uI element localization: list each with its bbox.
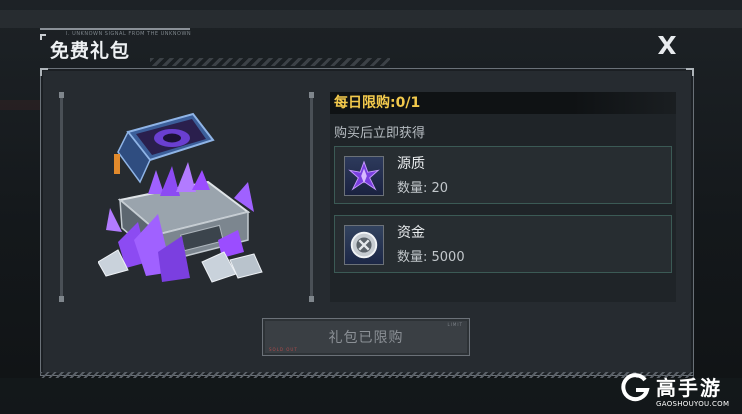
claim-button-tag: LIMIT xyxy=(447,322,463,327)
reward-item: 源质 数量: 20 xyxy=(334,146,672,204)
claim-button-tag: SOLD OUT xyxy=(269,347,298,352)
title-deco-line xyxy=(40,28,190,30)
coin-icon xyxy=(344,225,384,265)
title-corner-mark xyxy=(40,34,46,40)
watermark-url: GAOSHOUYOU.COM xyxy=(656,400,730,408)
watermark-logo-icon xyxy=(621,373,650,402)
claim-button-label: 礼包已限购 xyxy=(328,330,404,346)
claim-button[interactable]: 礼包已限购 SOLD OUT LIMIT xyxy=(262,318,470,356)
reward-item-name: 资金 xyxy=(397,225,425,241)
daily-limit-label: 每日限购:0/1 xyxy=(330,92,676,114)
background-stripe xyxy=(0,100,40,110)
panel-corner xyxy=(40,68,48,76)
reward-item-count: 数量: 5000 xyxy=(397,250,465,265)
reward-item-count: 数量: 20 xyxy=(397,181,449,196)
reward-item: 资金 数量: 5000 xyxy=(334,215,672,273)
close-icon xyxy=(658,36,676,54)
treasure-chest-icon xyxy=(98,112,263,283)
panel-hatch-decoration xyxy=(40,372,694,378)
page-title: 免费礼包 xyxy=(50,40,131,62)
reward-subtitle: 购买后立即获得 xyxy=(334,126,426,141)
title-hatch-decoration xyxy=(150,58,390,66)
close-button[interactable] xyxy=(650,32,684,58)
watermark-text: 高手游 xyxy=(656,376,722,400)
reward-list: 每日限购:0/1 购买后立即获得 源质 数量: 20 资金 数量: 5000 xyxy=(330,92,676,302)
background-stripe xyxy=(0,10,742,28)
image-rail-right xyxy=(309,92,314,302)
image-rail-left xyxy=(59,92,64,302)
crystal-icon xyxy=(344,156,384,196)
title-area: I. UNKNOWN SIGNAL FROM THE UNKNOWN 免费礼包 xyxy=(40,28,390,68)
reward-item-name: 源质 xyxy=(397,156,425,172)
gift-image-area xyxy=(59,92,316,302)
watermark: 高手游 GAOSHOUYOU.COM xyxy=(616,368,742,414)
panel-corner xyxy=(686,68,694,76)
